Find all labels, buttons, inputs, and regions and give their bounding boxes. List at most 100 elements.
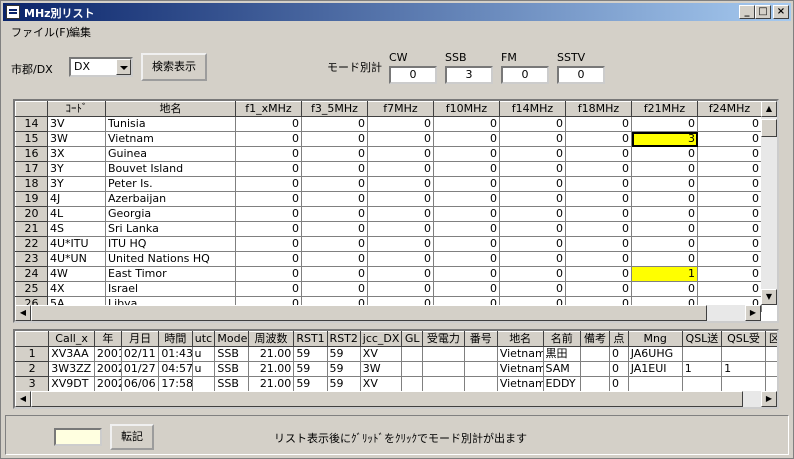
- freq-grid-cell[interactable]: 0: [301, 236, 368, 252]
- log-grid-cell[interactable]: 17:58: [158, 376, 193, 392]
- log-grid-cell[interactable]: [579, 361, 611, 377]
- log-grid-cell[interactable]: 2002: [93, 376, 122, 392]
- freq-grid-cell[interactable]: Israel: [105, 281, 236, 297]
- record-button[interactable]: 転記: [110, 424, 154, 450]
- freq-grid-cell[interactable]: 0: [367, 176, 434, 192]
- log-grid-cell[interactable]: [579, 376, 611, 392]
- freq-grid-header[interactable]: f1_xMHz: [235, 101, 302, 117]
- log-grid-cell[interactable]: 59: [293, 346, 328, 362]
- freq-grid-cell[interactable]: 0: [697, 236, 762, 252]
- freq-grid-cell[interactable]: 0: [235, 176, 302, 192]
- freq-grid-cell[interactable]: 3X: [47, 146, 106, 162]
- log-grid-cell[interactable]: 1: [721, 361, 766, 377]
- log-grid-cell[interactable]: 0: [609, 361, 629, 377]
- freq-grid-cell[interactable]: 0: [301, 281, 368, 297]
- freq-grid-cell[interactable]: 0: [367, 266, 434, 282]
- freq-grid-cell[interactable]: 0: [631, 161, 698, 177]
- log-grid-cell[interactable]: 3: [15, 376, 50, 392]
- log-grid-cell[interactable]: 02/11: [120, 346, 160, 362]
- freq-grid-cell[interactable]: Guinea: [105, 146, 236, 162]
- freq-grid-cell[interactable]: Bouvet Island: [105, 161, 236, 177]
- log-grid-hscroll[interactable]: ◀ ▶: [15, 391, 777, 407]
- freq-grid-cell[interactable]: United Nations HQ: [105, 251, 236, 267]
- log-grid-header[interactable]: 地名: [496, 331, 544, 347]
- freq-grid-cell[interactable]: 0: [631, 116, 698, 132]
- freq-grid-cell[interactable]: 0: [433, 116, 500, 132]
- log-grid-cell[interactable]: Vietnam: [496, 361, 544, 377]
- log-grid-row[interactable]: 23W3ZZ200201/2704:57uSSB21.0059593WVietn…: [15, 361, 777, 377]
- log-grid-cell[interactable]: 21.00: [247, 346, 295, 362]
- freq-grid-cell[interactable]: 0: [631, 176, 698, 192]
- log-grid-header[interactable]: 区分: [764, 331, 777, 347]
- log-grid-cell[interactable]: 21.00: [247, 361, 295, 377]
- freq-grid-cell[interactable]: 0: [565, 146, 632, 162]
- freq-grid-cell[interactable]: 0: [367, 146, 434, 162]
- log-grid-cell[interactable]: 59: [326, 346, 361, 362]
- freq-grid-cell[interactable]: 0: [235, 236, 302, 252]
- log-grid-cell[interactable]: 59: [293, 361, 328, 377]
- freq-grid-cell[interactable]: 20: [15, 206, 48, 222]
- freq-grid-cell[interactable]: 0: [235, 281, 302, 297]
- freq-grid-cell[interactable]: 18: [15, 176, 48, 192]
- log-grid-cell[interactable]: SAM: [542, 361, 581, 377]
- log-grid-cell[interactable]: Vietnam: [496, 346, 544, 362]
- freq-grid-cell[interactable]: 0: [499, 221, 566, 237]
- freq-grid-cell[interactable]: 0: [565, 266, 632, 282]
- freq-grid-cell[interactable]: 0: [697, 161, 762, 177]
- freq-grid-cell[interactable]: 0: [367, 131, 434, 147]
- log-grid-cell[interactable]: [627, 376, 683, 392]
- freq-grid-cell[interactable]: 0: [565, 251, 632, 267]
- freq-grid-cell[interactable]: 0: [433, 266, 500, 282]
- log-grid-header[interactable]: 月日: [120, 331, 160, 347]
- freq-grid-cell[interactable]: 0: [631, 191, 698, 207]
- freq-grid-cell[interactable]: 0: [697, 191, 762, 207]
- log-grid-header[interactable]: QSL送: [681, 331, 723, 347]
- scroll-down-icon[interactable]: ▼: [761, 289, 777, 305]
- log-grid-cell[interactable]: u: [191, 346, 216, 362]
- freq-grid-cell[interactable]: 0: [499, 131, 566, 147]
- log-grid-cell[interactable]: 2001: [93, 346, 122, 362]
- freq-grid-cell[interactable]: 0: [631, 281, 698, 297]
- log-grid-cell[interactable]: 2: [15, 361, 50, 377]
- freq-grid-cell[interactable]: 0: [565, 176, 632, 192]
- log-grid-cell[interactable]: 3W3ZZ: [48, 361, 95, 377]
- log-grid-cell[interactable]: SSB: [214, 346, 249, 362]
- freq-grid-header[interactable]: f3_5MHz: [301, 101, 368, 117]
- minimize-button[interactable]: _: [739, 5, 755, 19]
- search-button[interactable]: 検索表示: [141, 53, 207, 81]
- freq-grid-cell[interactable]: 23: [15, 251, 48, 267]
- freq-grid-cell[interactable]: 0: [697, 176, 762, 192]
- record-field[interactable]: [54, 428, 102, 446]
- freq-grid-row[interactable]: 17 3Y Bouvet Island 0 0 0 0 0 0 0 0: [15, 161, 762, 177]
- freq-grid-cell[interactable]: 0: [565, 116, 632, 132]
- freq-grid-row[interactable]: 20 4L Georgia 0 0 0 0 0 0 0 0: [15, 206, 762, 222]
- log-grid-header[interactable]: [15, 331, 50, 347]
- freq-grid-cell[interactable]: 0: [367, 161, 434, 177]
- freq-grid-cell[interactable]: 15: [15, 131, 48, 147]
- freq-grid-cell[interactable]: 0: [367, 236, 434, 252]
- freq-grid-cell[interactable]: 0: [697, 221, 762, 237]
- log-grid-header[interactable]: Mng: [627, 331, 683, 347]
- freq-grid-cell[interactable]: 4X: [47, 281, 106, 297]
- freq-grid-cell[interactable]: 0: [235, 191, 302, 207]
- log-grid-cell[interactable]: 06/06: [120, 376, 160, 392]
- log-grid-cell[interactable]: Vietnam: [496, 376, 544, 392]
- freq-grid-cell[interactable]: 17: [15, 161, 48, 177]
- log-grid-cell[interactable]: u: [191, 361, 216, 377]
- freq-grid-cell[interactable]: 0: [433, 281, 500, 297]
- log-grid-cell[interactable]: [401, 376, 424, 392]
- freq-grid-cell[interactable]: 0: [697, 131, 762, 147]
- freq-grid-cell[interactable]: 0: [235, 131, 302, 147]
- freq-grid-cell[interactable]: 0: [499, 191, 566, 207]
- log-grid-header[interactable]: 受電力: [422, 331, 465, 347]
- log-grid-header[interactable]: 点: [609, 331, 629, 347]
- freq-grid-header[interactable]: f10MHz: [433, 101, 500, 117]
- freq-grid-row[interactable]: 16 3X Guinea 0 0 0 0 0 0 0 0: [15, 146, 762, 162]
- freq-grid-header[interactable]: ｺｰﾄﾞ: [47, 101, 106, 117]
- log-grid-cell[interactable]: 黒田: [542, 346, 581, 362]
- freq-grid-cell[interactable]: 0: [697, 251, 762, 267]
- freq-grid-cell[interactable]: 0: [697, 266, 762, 282]
- log-grid-cell[interactable]: [422, 346, 465, 362]
- scroll-up-icon[interactable]: ▲: [761, 101, 777, 117]
- log-grid-cell[interactable]: 3W: [359, 361, 403, 377]
